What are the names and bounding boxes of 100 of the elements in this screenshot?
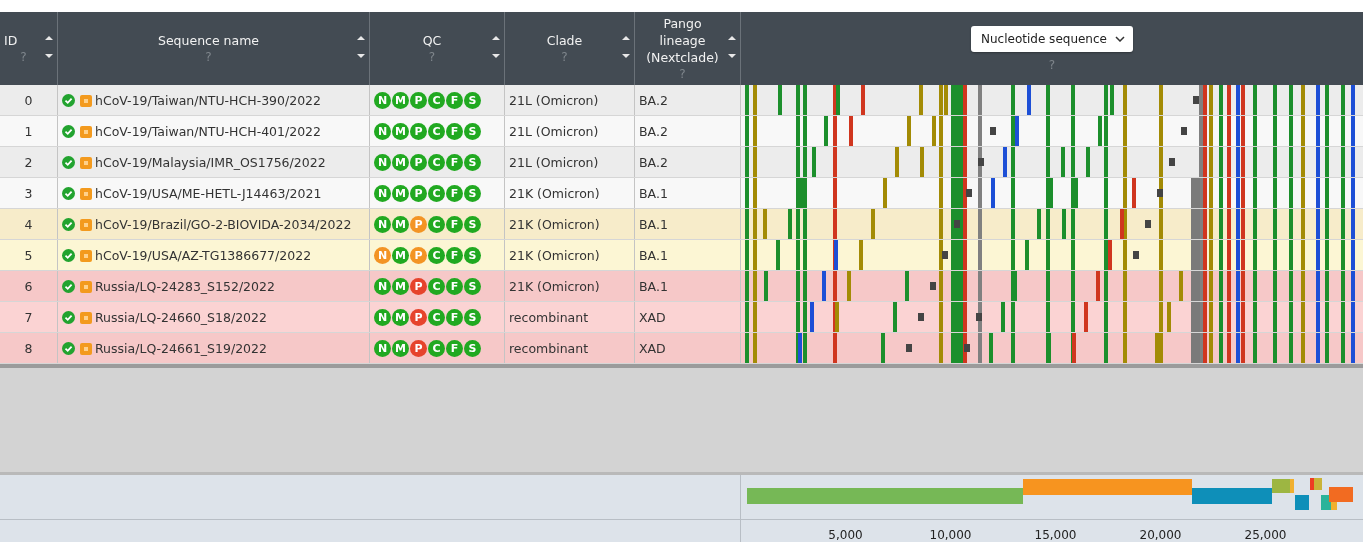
check-circle-icon <box>62 248 75 262</box>
qc-badge: F <box>446 122 463 140</box>
clade: recombinant <box>509 340 589 356</box>
qc-badge: F <box>446 153 463 171</box>
qc-badge: S <box>464 91 481 109</box>
sequence-name: hCoV-19/USA/ME-HETL-J14463/2021 <box>95 185 322 201</box>
qc-badge: P <box>410 277 427 295</box>
table-row[interactable]: 7 Russia/LQ-24660_S18/2022 N M P C F S recombinant XAD <box>0 302 1363 333</box>
file-icon <box>80 155 93 169</box>
lineage: BA.1 <box>639 216 668 232</box>
lineage: BA.2 <box>639 154 668 170</box>
qc-badge: S <box>464 153 481 171</box>
qc-badge: C <box>428 184 445 202</box>
row-id: 5 <box>24 247 33 263</box>
qc-badge: N <box>374 122 391 140</box>
lineage: XAD <box>639 309 666 325</box>
column-title: Clade <box>546 33 583 50</box>
qc-badge: N <box>374 91 391 109</box>
file-icon <box>80 279 93 293</box>
qc-badge: P <box>410 91 427 109</box>
check-circle-icon <box>62 310 75 324</box>
qc-badge: M <box>392 184 409 202</box>
clade: 21K (Omicron) <box>509 185 600 201</box>
row-id: 7 <box>24 309 33 325</box>
row-id: 0 <box>24 92 33 108</box>
table-row[interactable]: 5 hCoV-19/USA/AZ-TG1386677/2022 N M P C F S 21K (Omicron) BA.1 <box>0 240 1363 271</box>
axis-tick-label: 10,000 <box>928 529 973 542</box>
lineage: XAD <box>639 340 666 356</box>
qc-badge: M <box>392 122 409 140</box>
qc-badge: M <box>392 308 409 326</box>
qc-badge: F <box>446 91 463 109</box>
qc-badge: C <box>428 122 445 140</box>
qc-badge: M <box>392 277 409 295</box>
table-row[interactable]: 4 hCoV-19/Brazil/GO-2-BIOVIDA-2034/2022 N M P C F S 21K (Omicron) BA.1 <box>0 209 1363 240</box>
qc-badge: C <box>428 308 445 326</box>
column-title: ID <box>4 33 18 50</box>
row-id: 4 <box>24 216 33 232</box>
sequence-name: Russia/LQ-24660_S18/2022 <box>95 309 267 325</box>
file-icon <box>80 186 93 200</box>
qc-badge: F <box>446 339 463 357</box>
qc-badge: P <box>410 122 427 140</box>
sort-icon[interactable] <box>492 36 500 58</box>
qc-badge: N <box>374 184 391 202</box>
qc-badge: C <box>428 277 445 295</box>
clade: 21K (Omicron) <box>509 247 600 263</box>
check-circle-icon <box>62 341 75 355</box>
table-row[interactable]: 3 hCoV-19/USA/ME-HETL-J14463/2021 N M P C F S 21K (Omicron) BA.1 <box>0 178 1363 209</box>
check-circle-icon <box>62 93 75 107</box>
clade: 21L (Omicron) <box>509 92 599 108</box>
qc-badge: S <box>464 215 481 233</box>
qc-badge: M <box>392 153 409 171</box>
row-id: 2 <box>24 154 33 170</box>
file-icon <box>80 217 93 231</box>
sort-icon[interactable] <box>622 36 630 58</box>
file-icon <box>80 341 93 355</box>
sequence-name: hCoV-19/Brazil/GO-2-BIOVIDA-2034/2022 <box>95 216 352 232</box>
sequence-view-dropdown[interactable]: Nucleotide sequence <box>971 25 1133 52</box>
table-row[interactable]: 8 Russia/LQ-24661_S19/2022 N M P C F S recombinant XAD <box>0 333 1363 364</box>
sort-icon[interactable] <box>728 36 736 58</box>
table-row[interactable]: 0 hCoV-19/Taiwan/NTU-HCH-390/2022 N M P C F S 21L (Omicron) BA.2 <box>0 85 1363 116</box>
qc-badge: S <box>464 308 481 326</box>
qc-badge: F <box>446 308 463 326</box>
qc-badge: M <box>392 215 409 233</box>
qc-badge: C <box>428 339 445 357</box>
qc-badge: P <box>410 153 427 171</box>
check-circle-icon <box>62 124 75 138</box>
sequence-name: hCoV-19/Taiwan/NTU-HCH-401/2022 <box>95 123 322 139</box>
check-circle-icon <box>62 217 75 231</box>
row-id: 1 <box>24 123 33 139</box>
sequence-name: hCoV-19/Taiwan/NTU-HCH-390/2022 <box>95 92 322 108</box>
qc-badge: N <box>374 277 391 295</box>
chevron-down-icon <box>1114 35 1125 42</box>
qc-badge: P <box>410 246 427 264</box>
qc-badge: F <box>446 277 463 295</box>
row-id: 3 <box>24 185 33 201</box>
lineage: BA.1 <box>639 185 668 201</box>
qc-badge: S <box>464 246 481 264</box>
qc-badge: N <box>374 246 391 264</box>
qc-badge: P <box>410 339 427 357</box>
clade: recombinant <box>509 309 589 325</box>
qc-badge: N <box>374 308 391 326</box>
qc-badge: F <box>446 215 463 233</box>
axis-tick-label: 25,000 <box>1243 529 1288 542</box>
sequence-name: hCoV-19/USA/AZ-TG1386677/2022 <box>95 247 312 263</box>
sequence-name: Russia/LQ-24661_S19/2022 <box>95 340 267 356</box>
clade: 21K (Omicron) <box>509 216 600 232</box>
table-row[interactable]: 2 hCoV-19/Malaysia/IMR_OS1756/2022 N M P C F S 21L (Omicron) BA.2 <box>0 147 1363 178</box>
table-row[interactable]: 1 hCoV-19/Taiwan/NTU-HCH-401/2022 N M P C F S 21L (Omicron) BA.2 <box>0 116 1363 147</box>
qc-badge: S <box>464 122 481 140</box>
qc-badge: P <box>410 184 427 202</box>
file-icon <box>80 310 93 324</box>
qc-badge: C <box>428 91 445 109</box>
check-circle-icon <box>62 279 75 293</box>
sort-icon[interactable] <box>45 36 53 58</box>
sort-icon[interactable] <box>357 36 365 58</box>
qc-badge: M <box>392 339 409 357</box>
qc-badge: S <box>464 277 481 295</box>
row-id: 6 <box>24 278 33 294</box>
table-row[interactable]: 6 Russia/LQ-24283_S152/2022 N M P C F S 21K (Omicron) BA.1 <box>0 271 1363 302</box>
check-circle-icon <box>62 155 75 169</box>
